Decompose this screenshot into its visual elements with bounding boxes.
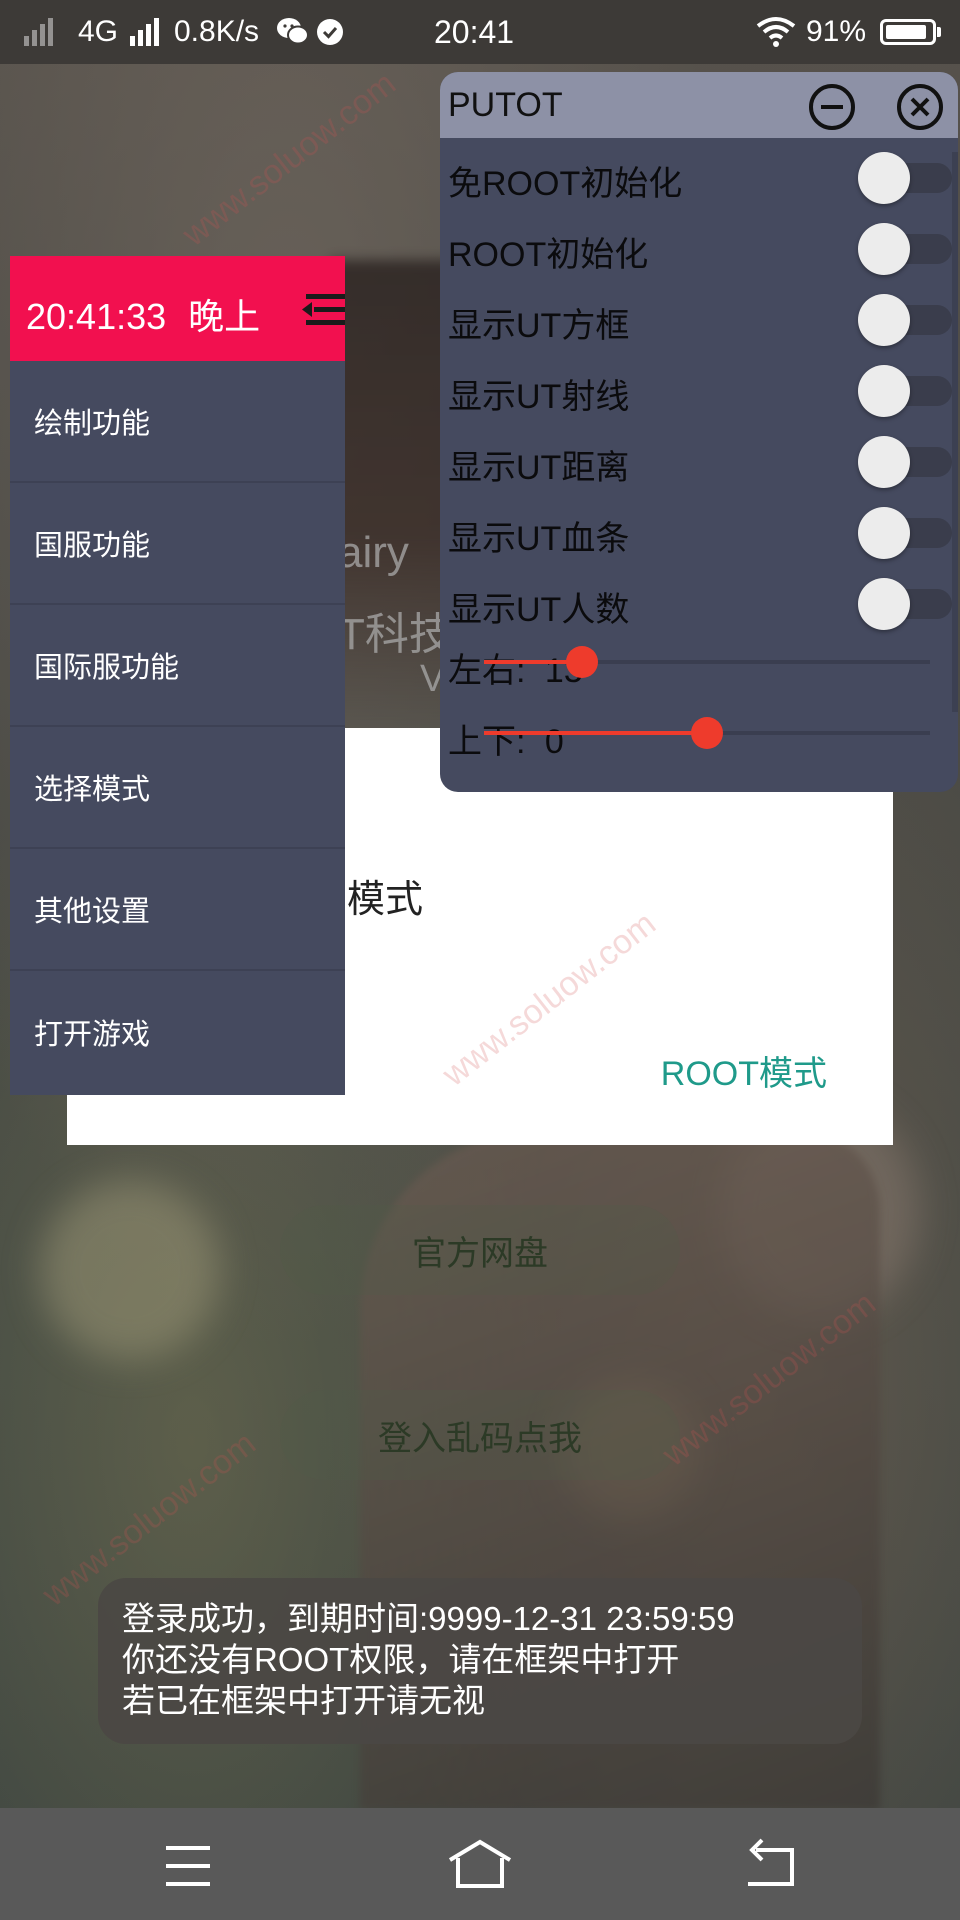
menu-time-period: 晚上 [188,296,261,337]
option-label: 显示UT射线 [448,378,630,416]
menu-header: 20:41:33 晚上 [10,256,345,361]
root-mode-button[interactable]: ROOT模式 [661,1046,827,1095]
menu-collapse-icon[interactable] [300,290,345,330]
slider-label: 上下: 0 [448,714,564,763]
option-label: 显示UT方框 [448,307,630,345]
option-label: 显示UT距离 [448,449,630,487]
option-label: ROOT初始化 [448,236,649,274]
slider-value: 0 [544,723,564,761]
background-text: airy [338,528,409,577]
putot-panel: PUTOT 免ROOT初始化 ROOT初始化 显示UT方框 显示UT射线 显示U… [440,72,958,792]
toggle-root-init[interactable] [858,223,952,275]
network-type: 4G [78,15,119,48]
menu-item-select-mode[interactable]: 选择模式 [10,727,345,849]
navigation-bar [0,1808,960,1920]
menu-item-other-settings[interactable]: 其他设置 [10,849,345,971]
option-row: 显示UT距离 [440,426,958,496]
app-screen: airy T科技 V 官方网盘 登入乱码点我 4G 0.8K/s 20:41 9… [0,0,960,1920]
menu-item-cn-server[interactable]: 国服功能 [10,483,345,605]
close-icon[interactable] [896,83,944,131]
slider-vertical: 上下: 0 [440,698,958,768]
signal-strong-icon [130,18,159,46]
menu-icon[interactable] [148,1836,228,1896]
home-icon[interactable] [440,1836,520,1896]
option-label: 免ROOT初始化 [448,165,683,203]
toast-line: 若已在框架中打开请无视 [122,1682,485,1719]
slider-name: 上下: [448,723,526,761]
menu-clock: 20:41:33 晚上 [26,288,260,340]
wechat-icon [277,18,309,45]
slider-thumb[interactable] [566,646,599,678]
watermark: www.soluow.com [175,64,403,254]
menu-item-intl-server[interactable]: 国际服功能 [10,605,345,727]
option-row: 免ROOT初始化 [440,142,958,212]
toggle-show-distance[interactable] [858,436,952,488]
slider-label: 左右: 13 [448,643,583,692]
network-speed: 0.8K/s [174,15,260,48]
battery-percent: 91% [806,15,867,48]
slider-horizontal: 左右: 13 [440,627,958,697]
back-icon[interactable] [732,1836,812,1896]
option-label: 显示UT血条 [448,520,630,558]
login-toast: 登录成功，到期时间:9999-12-31 23:59:59 你还没有ROOT权限… [98,1578,862,1744]
check-circle-icon [317,19,343,45]
toggle-show-box[interactable] [858,294,952,346]
toast-line: 你还没有ROOT权限，请在框架中打开 [122,1641,680,1678]
minimize-icon[interactable] [808,83,856,131]
battery-icon [880,19,936,45]
option-row: ROOT初始化 [440,213,958,283]
background-text: T科技 [338,610,453,659]
panel-title: PUTOT [448,86,563,124]
background-blur [40,1180,220,1360]
login-fix-button[interactable]: 登入乱码点我 [280,1390,680,1480]
status-bar: 4G 0.8K/s 20:41 91% [0,0,960,64]
menu-item-open-game[interactable]: 打开游戏 [10,971,345,1093]
side-menu: 20:41:33 晚上 绘制功能 国服功能 国际服功能 选择模式 其他设置 打开… [10,256,345,1095]
toggle-show-ray[interactable] [858,365,952,417]
option-row: 显示UT方框 [440,284,958,354]
dialog-title: 模式 [347,879,424,921]
battery-level [886,25,927,39]
toggle-show-count[interactable] [858,578,952,630]
panel-header[interactable]: PUTOT [440,72,958,138]
wifi-icon [756,17,796,47]
slider-fill [484,731,707,735]
slider-name: 左右: [448,652,526,690]
clock: 20:41 [434,14,515,50]
toast-line: 登录成功，到期时间:9999-12-31 23:59:59 [122,1600,735,1637]
slider-thumb[interactable] [691,717,723,749]
option-label: 显示UT人数 [448,591,630,629]
official-pan-button[interactable]: 官方网盘 [280,1205,680,1295]
battery-tip [937,27,941,37]
toggle-show-health[interactable] [858,507,952,559]
option-row: 显示UT血条 [440,497,958,567]
signal-weak-icon [24,18,53,46]
option-row: 显示UT射线 [440,355,958,425]
menu-item-draw[interactable]: 绘制功能 [10,361,345,483]
toggle-no-root-init[interactable] [858,152,952,204]
menu-time-value: 20:41:33 [26,296,167,337]
